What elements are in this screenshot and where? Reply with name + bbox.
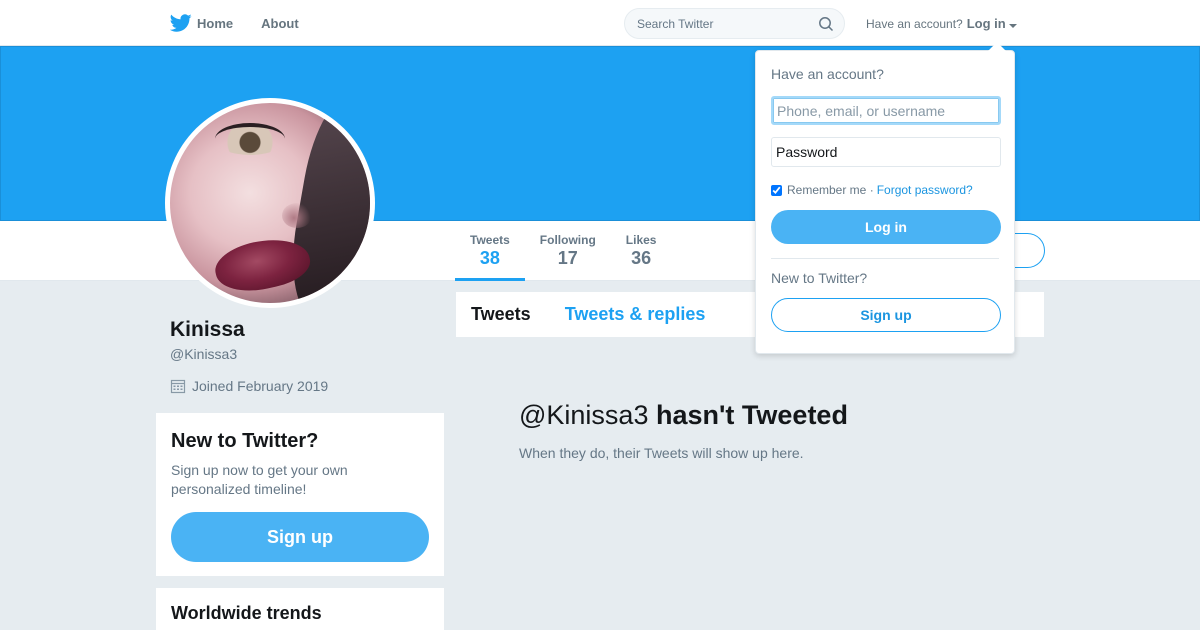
remember-me-checkbox[interactable] (771, 184, 782, 196)
calendar-icon (170, 378, 186, 394)
stat-value: 17 (557, 248, 578, 268)
remember-me-row: Remember me · Forgot password? (771, 183, 999, 197)
signup-card-text: Sign up now to get your own personalized… (171, 462, 348, 497)
stat-label: Tweets (470, 233, 510, 247)
password-field[interactable] (771, 137, 1001, 167)
nav-left: Home About (170, 0, 327, 46)
caret-down-icon (1008, 24, 1017, 28)
signup-card: New to Twitter? Sign up now to get your … (156, 413, 444, 576)
top-navigation-bar: Home About Have an account? Log in (0, 0, 1200, 46)
login-link-label: Log in (966, 16, 1006, 31)
twitter-bird-icon (170, 12, 192, 34)
new-to-twitter-text: New to Twitter? (771, 270, 868, 286)
nav-home-link[interactable]: Home (170, 12, 233, 34)
login-button[interactable]: Log in (771, 210, 1001, 244)
account-menu: Have an account? Log in (866, 16, 1017, 31)
signup-card-button[interactable]: Sign up (171, 512, 429, 562)
login-dropdown-heading: Have an account? (771, 66, 884, 82)
avatar-photo (170, 103, 370, 303)
stat-likes[interactable]: Likes 36 (611, 221, 672, 281)
joined-text: Joined February 2019 (192, 378, 329, 394)
tab-tweets-and-replies[interactable]: Tweets & replies (565, 304, 706, 325)
search-icon[interactable] (818, 16, 834, 32)
nav-about-link[interactable]: About (261, 16, 299, 31)
empty-title-text: hasn't Tweeted (655, 400, 848, 430)
dropdown-signup-button[interactable]: Sign up (771, 298, 1001, 332)
profile-joined-date: Joined February 2019 (170, 378, 328, 394)
empty-timeline-title: @Kinissa3 hasn't Tweeted (519, 400, 848, 431)
profile-avatar[interactable] (165, 98, 375, 308)
trends-card-title: Worldwide trends (171, 603, 322, 623)
nav-home-label: Home (197, 15, 234, 31)
search-box (624, 8, 845, 39)
tab-tweets[interactable]: Tweets (471, 304, 531, 325)
dropdown-divider (771, 258, 999, 259)
profile-stats: Tweets 38 Following 17 Likes 36 (455, 221, 671, 281)
empty-timeline: @Kinissa3 hasn't Tweeted When they do, t… (519, 400, 848, 461)
forgot-password-link[interactable]: Forgot password? (877, 183, 973, 197)
remember-me-label: Remember me · (787, 183, 874, 197)
profile-handle: @Kinissa3 (170, 346, 238, 362)
stat-value: 36 (631, 248, 652, 268)
stat-label: Following (539, 233, 596, 247)
have-account-text: Have an account? (866, 16, 963, 31)
empty-timeline-subtitle: When they do, their Tweets will show up … (519, 445, 804, 461)
stat-label: Likes (625, 233, 657, 247)
profile-name: Kinissa (170, 318, 245, 341)
trends-card: Worldwide trends (156, 588, 444, 630)
username-field[interactable] (771, 96, 1001, 125)
stat-following[interactable]: Following 17 (525, 221, 611, 281)
login-dropdown: Have an account? Remember me · Forgot pa… (755, 42, 1015, 354)
empty-handle: @Kinissa3 (519, 400, 649, 430)
stat-tweets[interactable]: Tweets 38 (455, 221, 525, 281)
signup-card-title: New to Twitter? (171, 430, 319, 452)
login-dropdown-toggle[interactable]: Log in (967, 16, 1017, 31)
search-input[interactable] (637, 16, 818, 31)
stat-value: 38 (479, 248, 500, 268)
